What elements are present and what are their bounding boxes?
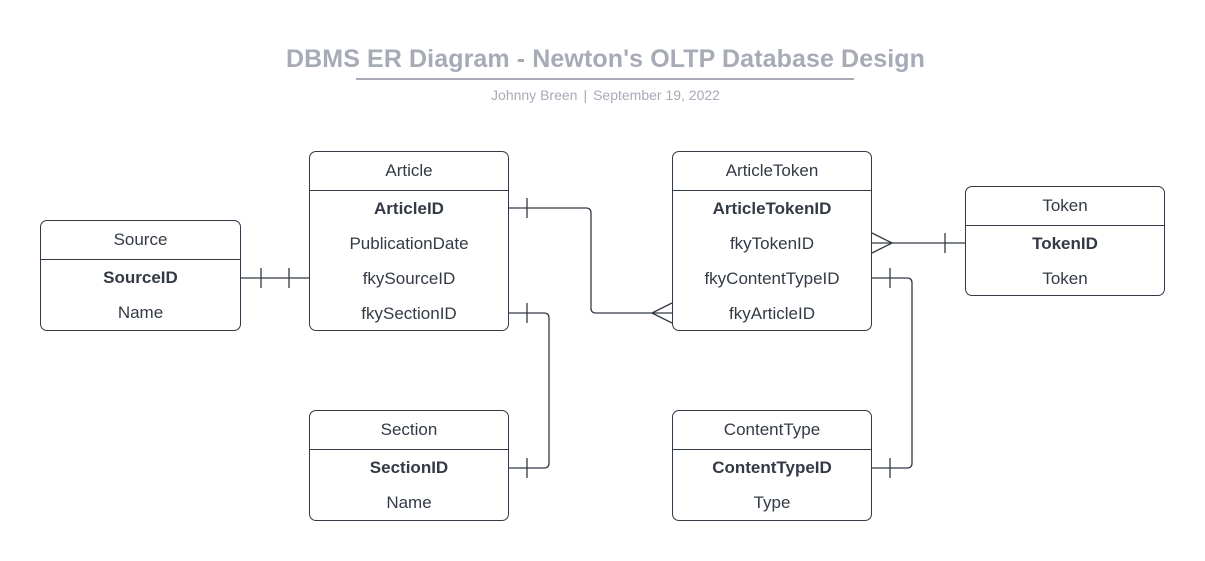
field: fkyTokenID — [729, 234, 815, 253]
entity-token[interactable]: Token TokenID Token — [965, 186, 1165, 296]
entity-section[interactable]: Section SectionID Name — [309, 410, 509, 521]
field-primary-key: ArticleTokenID — [712, 199, 832, 218]
entity-fields: SectionID Name — [310, 450, 508, 520]
entity-fields: SourceID Name — [41, 260, 240, 330]
field: Token — [1042, 269, 1088, 288]
entity-fields: ContentTypeID Type — [673, 450, 871, 520]
entity-fields: ArticleTokenID fkyTokenID fkyContentType… — [673, 191, 871, 331]
field: fkyArticleID — [729, 304, 815, 323]
field: fkySectionID — [361, 304, 457, 323]
entity-name: Article — [310, 152, 508, 191]
entity-source[interactable]: Source SourceID Name — [40, 220, 241, 331]
field-primary-key: SectionID — [369, 458, 449, 477]
field: Name — [117, 303, 164, 322]
connector-source-article — [241, 268, 309, 288]
entity-contenttype[interactable]: ContentType ContentTypeID Type — [672, 410, 872, 521]
field: fkySourceID — [362, 269, 456, 288]
entity-name: Section — [310, 411, 508, 450]
connector-article-articletoken — [509, 198, 673, 324]
field-primary-key: SourceID — [103, 268, 178, 287]
connector-articletoken-contenttype — [872, 268, 913, 478]
entity-name: Token — [966, 187, 1164, 226]
entity-articletoken[interactable]: ArticleToken ArticleTokenID fkyTokenID f… — [672, 151, 872, 331]
field: fkyContentTypeID — [704, 269, 840, 288]
entity-fields: ArticleID PublicationDate fkySourceID fk… — [310, 191, 508, 331]
field: Type — [753, 493, 791, 512]
entity-fields: TokenID Token — [966, 226, 1164, 296]
field-primary-key: ContentTypeID — [712, 458, 832, 477]
field: PublicationDate — [349, 234, 469, 253]
field-primary-key: TokenID — [1032, 234, 1098, 253]
connector-article-section — [509, 303, 550, 478]
field-primary-key: ArticleID — [374, 199, 444, 218]
entity-name: Source — [41, 221, 240, 260]
entity-name: ContentType — [673, 411, 871, 450]
entity-article[interactable]: Article ArticleID PublicationDate fkySou… — [309, 151, 509, 331]
entity-name: ArticleToken — [673, 152, 871, 191]
field: Name — [386, 493, 432, 512]
connector-articletoken-token — [871, 232, 965, 254]
